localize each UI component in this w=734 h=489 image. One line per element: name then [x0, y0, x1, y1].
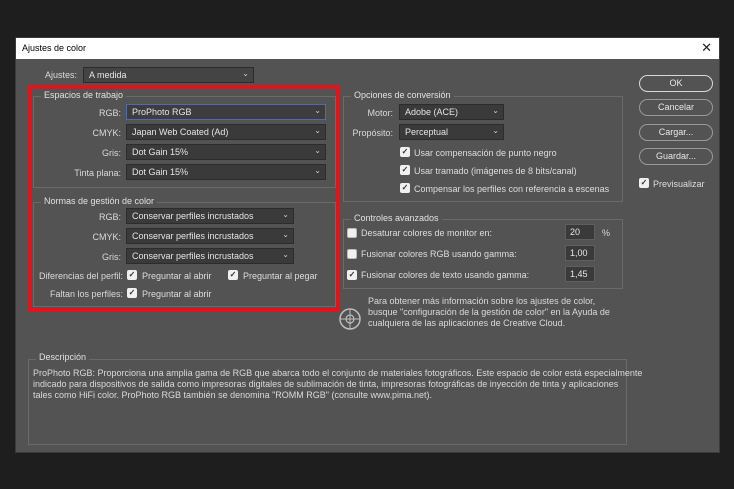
info-line-3: cualquiera de las aplicaciones de Creati… [368, 318, 566, 328]
conversion-title: Opciones de conversión [351, 90, 454, 100]
title-bar: Ajustes de color ✕ [16, 38, 719, 59]
motor-value: Adobe (ACE) [405, 107, 459, 117]
proposito-select[interactable]: Perceptual ⌄ [399, 124, 504, 140]
fusionar-texto-label: Fusionar colores de texto usando gamma: [361, 270, 530, 280]
info-line-2: busque "configuración de la gestión de c… [368, 307, 610, 317]
ok-button[interactable]: OK [639, 75, 713, 92]
dialog-title: Ajustes de color [22, 43, 87, 53]
motor-select[interactable]: Adobe (ACE) ⌄ [399, 104, 504, 120]
highlight-frame [28, 85, 340, 312]
chevron-down-icon: ⌄ [242, 69, 249, 78]
compensar-label: Compensar los perfiles con referencia a … [414, 184, 610, 194]
tramado-checkbox[interactable]: ✓ [400, 165, 410, 175]
color-settings-dialog: Ajustes de color ✕ Ajustes: A medida ⌄ E… [15, 37, 720, 453]
desaturar-unit: % [602, 228, 611, 238]
description-line-1: ProPhoto RGB: Proporciona una amplia gam… [33, 368, 643, 378]
fusionar-texto-checkbox[interactable]: ✓ [347, 270, 357, 280]
proposito-value: Perceptual [405, 127, 449, 137]
chevron-down-icon: ⌄ [492, 126, 499, 135]
motor-label: Motor: [367, 108, 393, 118]
fusionar-rgb-label: Fusionar colores RGB usando gamma: [361, 249, 517, 259]
save-button[interactable]: Guardar... [639, 148, 713, 165]
description-line-3: tales como HiFi color. ProPhoto RGB tamb… [33, 390, 433, 400]
close-icon[interactable]: ✕ [701, 40, 712, 56]
punto-negro-label: Usar compensación de punto negro [414, 148, 557, 158]
fusionar-texto-input[interactable]: 1,45 [565, 266, 595, 282]
ajustes-value: A medida [89, 70, 127, 80]
fusionar-rgb-input[interactable]: 1,00 [565, 245, 595, 261]
compensar-checkbox[interactable]: ✓ [400, 183, 410, 193]
desaturar-input[interactable]: 20 [565, 224, 595, 240]
color-wheel-icon [339, 308, 361, 330]
cancel-button[interactable]: Cancelar [639, 99, 713, 116]
preview-checkbox[interactable]: ✓ [639, 178, 649, 188]
fusionar-rgb-checkbox[interactable] [347, 249, 357, 259]
description-line-2: indicado para dispositivos de salida com… [33, 379, 619, 389]
advanced-title: Controles avanzados [351, 213, 442, 223]
tramado-label: Usar tramado (imágenes de 8 bits/canal) [414, 166, 577, 176]
load-button[interactable]: Cargar... [639, 124, 713, 141]
desaturar-label: Desaturar colores de monitor en: [361, 228, 493, 238]
preview-label: Previsualizar [653, 179, 705, 189]
info-line-1: Para obtener más información sobre los a… [368, 296, 596, 306]
ajustes-select[interactable]: A medida ⌄ [83, 67, 254, 83]
desaturar-checkbox[interactable] [347, 228, 357, 238]
punto-negro-checkbox[interactable]: ✓ [400, 147, 410, 157]
ajustes-label: Ajustes: [44, 70, 77, 80]
chevron-down-icon: ⌄ [492, 106, 499, 115]
description-title: Descripción [36, 352, 90, 362]
proposito-label: Propósito: [352, 128, 393, 138]
